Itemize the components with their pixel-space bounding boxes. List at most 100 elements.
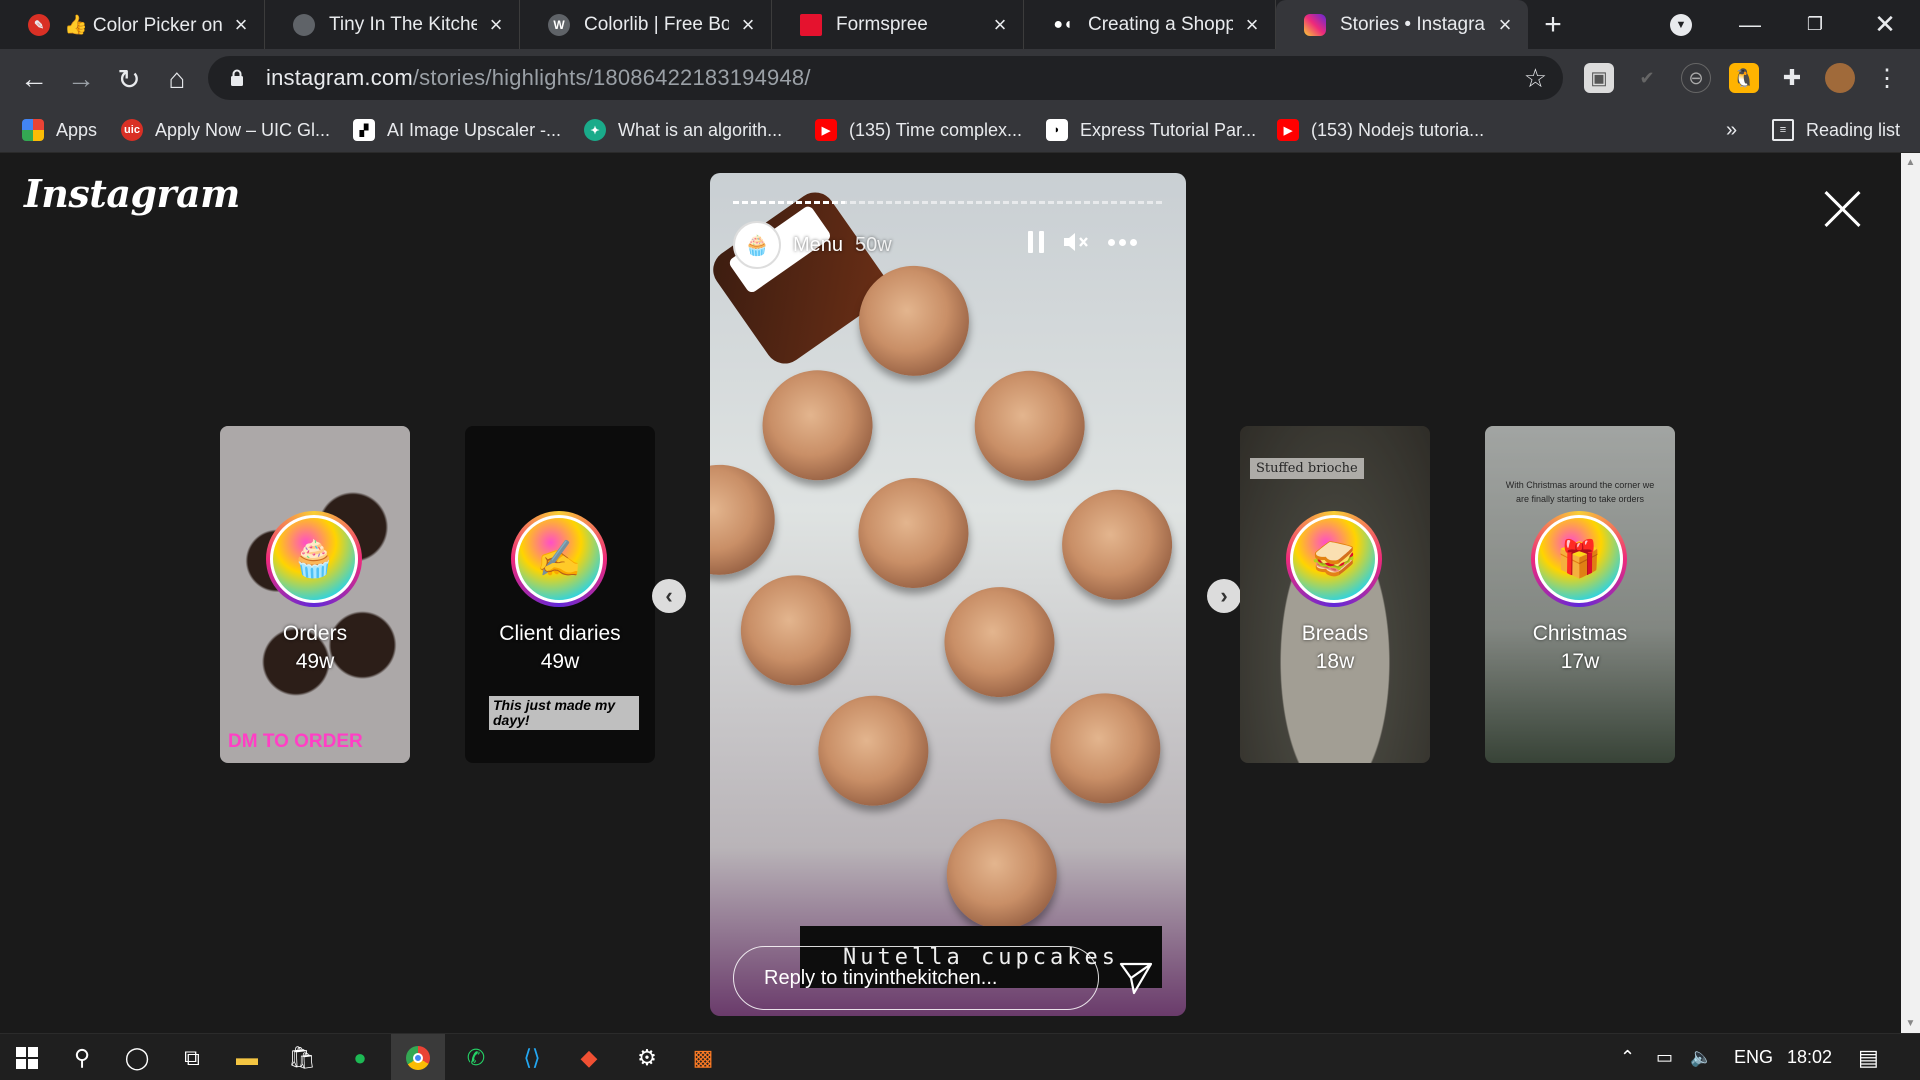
khan-icon: ✦ [584, 119, 606, 141]
vscode-icon[interactable]: ⟨⟩ [505, 1034, 559, 1080]
sandwich-icon: 🥪 [1290, 515, 1378, 603]
close-window-button[interactable]: ✕ [1860, 0, 1910, 49]
story-avatar[interactable]: 🧁 [733, 221, 781, 269]
more-options-icon[interactable] [1108, 238, 1137, 246]
battery-icon[interactable]: ▭ [1656, 1034, 1673, 1080]
tab-close-icon[interactable]: × [485, 12, 507, 38]
dm-to-order-text: DM TO ORDER [228, 731, 363, 752]
address-bar[interactable]: instagram.com/stories/highlights/1808642… [208, 56, 1563, 100]
highlight-cover-ring: 🧁 [266, 511, 362, 607]
story-highlight-name[interactable]: Menu [793, 234, 843, 257]
extension-icon[interactable]: ▣ [1584, 63, 1614, 93]
main-story[interactable]: 🧁 Menu 50w Nutella cupcakes Reply to tin… [710, 173, 1186, 1016]
minimize-button[interactable]: — [1725, 0, 1775, 49]
instagram-icon [1304, 13, 1326, 36]
youtube-icon: ▶ [815, 119, 837, 141]
bookmark-star-icon[interactable]: ☆ [1524, 63, 1547, 94]
tab-shopping[interactable]: ●◖ Creating a Shoppin × [1024, 0, 1276, 49]
globe-icon [293, 13, 315, 36]
home-icon[interactable]: ⌂ [157, 59, 197, 99]
windows-start-icon[interactable] [0, 1034, 54, 1080]
restore-button[interactable]: ❐ [1790, 0, 1840, 49]
highlight-cover-ring: 🎁 [1531, 511, 1627, 607]
tab-close-icon[interactable]: × [989, 12, 1011, 38]
story-age: 50w [855, 233, 892, 256]
highlight-cover-ring: ✍ [511, 511, 607, 607]
youtube-icon: ▶ [1277, 119, 1299, 141]
page-scrollbar[interactable]: ▲ ▼ [1901, 153, 1920, 1033]
bookmark-upscaler[interactable]: ▞ AI Image Upscaler -... [353, 107, 561, 153]
bookmark-nodejs[interactable]: ▶ (153) Nodejs tutoria... [1277, 107, 1484, 153]
mute-icon[interactable] [1062, 231, 1090, 253]
highlight-orders[interactable]: DM TO ORDER 🧁 Orders 49w [220, 426, 410, 763]
previous-story-icon[interactable]: ‹ [652, 579, 686, 613]
cortana-icon[interactable]: ◯ [110, 1034, 164, 1080]
chrome-icon[interactable] [391, 1034, 445, 1080]
highlight-client-diaries[interactable]: This just made my dayy! ✍ Client diaries… [465, 426, 655, 763]
pause-icon[interactable] [1028, 231, 1044, 253]
extension-icon[interactable]: ⊖ [1681, 63, 1711, 93]
tab-tiny-kitchen[interactable]: Tiny In The Kitchen × [265, 0, 520, 49]
send-icon[interactable] [1118, 960, 1154, 996]
file-explorer-icon[interactable]: ▬ [220, 1034, 274, 1080]
express-icon: ◗ [1046, 119, 1068, 141]
extensions-puzzle-icon[interactable]: ✚ [1777, 63, 1807, 93]
bookmark-algorithm[interactable]: ✦ What is an algorith... [584, 107, 782, 153]
extension-icon[interactable]: ✔ [1632, 63, 1662, 93]
tab-close-icon[interactable]: × [737, 12, 759, 38]
tab-color-picker[interactable]: ✎ 👍 Color Picker onli × [0, 0, 265, 49]
search-icon[interactable]: ⚲ [55, 1034, 109, 1080]
scroll-down-icon[interactable]: ▼ [1901, 1014, 1920, 1033]
tray-overflow-icon[interactable]: ⌃ [1620, 1034, 1635, 1080]
cupcake-icon: 🧁 [270, 515, 358, 603]
story-progress-bar [733, 201, 1163, 204]
volume-icon[interactable]: 🔈 [1690, 1034, 1712, 1080]
highlight-christmas[interactable]: With Christmas around the corner we are … [1485, 426, 1675, 763]
tab-colorlib[interactable]: W Colorlib | Free Boots × [520, 0, 772, 49]
color-picker-icon: ✎ [28, 13, 50, 36]
bookmark-apps[interactable]: Apps [22, 107, 97, 153]
bookmark-time-complexity[interactable]: ▶ (135) Time complex... [815, 107, 1022, 153]
git-icon[interactable]: ◆ [562, 1034, 616, 1080]
forward-icon[interactable]: → [61, 59, 101, 99]
highlight-breads[interactable]: Stuffed brioche 🥪 Breads 18w [1240, 426, 1430, 763]
tab-close-icon[interactable]: × [1241, 12, 1263, 38]
reading-list-button[interactable]: ≡ Reading list [1772, 107, 1900, 153]
wordpress-icon: W [548, 13, 570, 36]
store-icon[interactable]: 🛍 [275, 1034, 329, 1080]
instagram-logo[interactable]: Instagram [24, 171, 240, 216]
medium-icon: ●◖ [1053, 15, 1073, 33]
next-story-icon[interactable]: › [1207, 579, 1241, 613]
xampp-icon[interactable]: ▩ [676, 1034, 730, 1080]
task-view-icon[interactable]: ⧉ [165, 1034, 219, 1080]
tab-close-icon[interactable]: × [230, 12, 252, 38]
settings-gear-icon[interactable]: ⚙ [620, 1034, 674, 1080]
tab-search-icon[interactable]: ▼ [1660, 0, 1702, 49]
scroll-up-icon[interactable]: ▲ [1901, 153, 1920, 172]
browser-toolbar: ← → ↻ ⌂ instagram.com/stories/highlights… [0, 49, 1920, 107]
bookmarks-bar: Apps uic Apply Now – UIC Gl... ▞ AI Imag… [0, 107, 1920, 153]
menu-kebab-icon[interactable]: ⋮ [1872, 63, 1902, 93]
reading-list-icon: ≡ [1772, 119, 1794, 141]
language-indicator[interactable]: ENG [1734, 1034, 1773, 1080]
uic-icon: uic [121, 119, 143, 141]
chat-icon: ✍ [515, 515, 603, 603]
spotify-icon[interactable]: ● [333, 1034, 387, 1080]
reload-icon[interactable]: ↻ [109, 59, 149, 99]
bookmark-express[interactable]: ◗ Express Tutorial Par... [1046, 107, 1256, 153]
clock[interactable]: 18:02 [1787, 1034, 1832, 1080]
close-stories-icon[interactable] [1822, 189, 1862, 229]
reply-input[interactable]: Reply to tinyinthekitchen... [733, 946, 1099, 1010]
tab-formspree[interactable]: Formspree × [772, 0, 1024, 49]
tab-instagram[interactable]: Stories • Instagram × [1276, 0, 1528, 49]
profile-avatar[interactable] [1825, 63, 1855, 93]
bookmarks-overflow-button[interactable]: » [1726, 107, 1737, 153]
notifications-icon[interactable]: ▤ [1858, 1034, 1879, 1080]
new-tab-button[interactable]: + [1528, 0, 1578, 49]
extension-icon[interactable]: 🐧 [1729, 63, 1759, 93]
back-icon[interactable]: ← [14, 59, 54, 99]
whatsapp-icon[interactable]: ✆ [449, 1034, 503, 1080]
apps-grid-icon [22, 119, 44, 141]
bookmark-uic[interactable]: uic Apply Now – UIC Gl... [121, 107, 330, 153]
tab-close-icon[interactable]: × [1494, 12, 1516, 38]
